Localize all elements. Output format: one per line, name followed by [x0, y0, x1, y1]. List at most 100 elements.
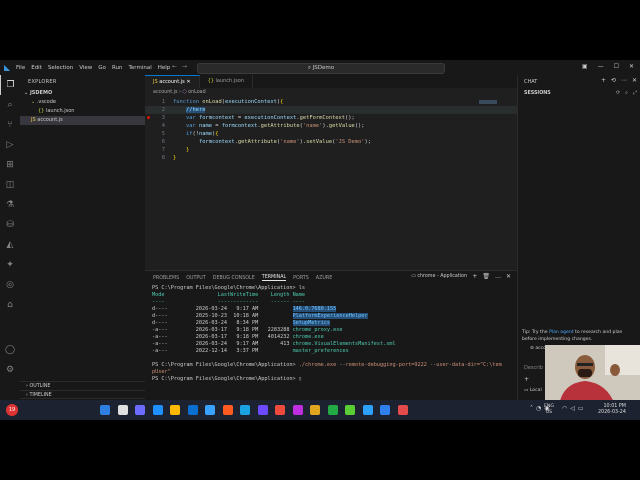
- taskbar-app-icon[interactable]: [292, 405, 303, 415]
- tab-azure[interactable]: AZURE: [316, 276, 332, 281]
- terminal-text: LastWriteTime: [195, 292, 265, 298]
- maximize-button[interactable]: ☐: [614, 63, 619, 70]
- tray-app-icon[interactable]: ◔: [536, 405, 541, 412]
- expand-icon[interactable]: ⤢: [633, 90, 637, 96]
- taskbar-mail-icon[interactable]: [240, 405, 250, 415]
- minimize-button[interactable]: —: [598, 63, 604, 70]
- manage-gear-icon[interactable]: ⚙: [0, 360, 20, 380]
- sessions-label: SESSIONS: [524, 91, 551, 96]
- taskbar-vscode-icon[interactable]: [362, 405, 373, 415]
- nav-forward-button[interactable]: →: [182, 63, 187, 70]
- tab-debug-console[interactable]: DEBUG CONSOLE: [213, 276, 255, 281]
- more-icon[interactable]: …: [495, 273, 501, 280]
- workspace-root[interactable]: ⌄ JSDEMO: [20, 89, 145, 98]
- clock[interactable]: 10:01 PM 2026-03-24: [598, 404, 626, 416]
- taskbar-file-explorer-icon[interactable]: [170, 405, 180, 415]
- taskbar-app-icon[interactable]: [310, 405, 320, 415]
- tab-terminal[interactable]: TERMINAL: [261, 275, 287, 281]
- tree-item-account-js[interactable]: JS account.js: [20, 116, 145, 125]
- code-token: //here: [185, 107, 206, 113]
- menu-item-terminal[interactable]: Terminal: [128, 65, 151, 71]
- filter-icon[interactable]: ⌕: [625, 90, 628, 96]
- history-icon[interactable]: ⟲: [611, 77, 616, 84]
- tab-account-js[interactable]: JS account.js ✕: [145, 75, 200, 88]
- minimap[interactable]: [479, 100, 497, 104]
- tab-ports[interactable]: PORTS: [293, 276, 309, 281]
- power-platform-icon[interactable]: ✦: [0, 255, 20, 275]
- location-label: Local: [529, 388, 542, 393]
- menu-item-go[interactable]: Go: [98, 65, 106, 71]
- remote-explorer-icon[interactable]: ◫: [0, 175, 20, 195]
- taskbar-chrome-icon[interactable]: [397, 405, 408, 415]
- taskbar-app-icon[interactable]: [327, 405, 338, 415]
- volume-icon: ◁: [570, 405, 575, 412]
- code-editor[interactable]: 1 function onLoad(executionContext){2 //h…: [145, 98, 517, 162]
- taskbar-firefox-icon[interactable]: [275, 405, 285, 415]
- explorer-icon[interactable]: ❐: [0, 75, 20, 95]
- breadcrumb-symbol[interactable]: onLoad: [188, 90, 205, 95]
- tab-launch-json[interactable]: {} launch.json: [200, 75, 254, 88]
- taskbar-vs-icon[interactable]: [257, 405, 268, 415]
- chevron-up-icon[interactable]: ˄: [530, 405, 533, 412]
- source-control-icon[interactable]: ⑂: [0, 115, 20, 135]
- new-chat-icon[interactable]: +: [601, 77, 606, 84]
- layout-icon[interactable]: ▣: [582, 63, 588, 70]
- close-panel-icon[interactable]: ✕: [506, 273, 511, 280]
- chat-input[interactable]: Describ: [524, 365, 543, 371]
- widgets-badge[interactable]: 19: [6, 404, 18, 416]
- tab-output[interactable]: OUTPUT: [186, 276, 206, 281]
- taskbar-edge-icon[interactable]: [152, 405, 163, 415]
- tab-problems[interactable]: PROBLEMS: [153, 276, 179, 281]
- menu-item-file[interactable]: File: [16, 65, 25, 71]
- add-context-icon[interactable]: +: [524, 376, 529, 383]
- taskbar-start-icon[interactable]: [100, 405, 110, 415]
- testing-icon[interactable]: ⚗: [0, 195, 20, 215]
- network-volume-icons[interactable]: ◠ ◁ ▭: [562, 405, 584, 412]
- run-debug-icon[interactable]: ▷: [0, 135, 20, 155]
- search-view-icon[interactable]: ⌕: [0, 95, 20, 115]
- git-graph-icon[interactable]: ◎: [0, 275, 20, 295]
- terminal-text: 2022-12-14 3:37 PM: [195, 348, 265, 354]
- terminal-instance-label[interactable]: ▭ chrome - Application: [411, 274, 467, 279]
- trash-icon[interactable]: 🗑: [482, 273, 490, 280]
- copilot-icon[interactable]: ⌂: [0, 295, 20, 315]
- account-icon[interactable]: ◯: [0, 340, 20, 360]
- close-button[interactable]: ✕: [629, 63, 634, 70]
- new-terminal-icon[interactable]: +: [472, 273, 477, 280]
- menu-item-edit[interactable]: Edit: [31, 65, 42, 71]
- menu-item-help[interactable]: Help: [158, 65, 171, 71]
- command-center-search[interactable]: ⌕ JSDemo: [197, 63, 445, 74]
- taskbar-app-icon[interactable]: [222, 405, 233, 415]
- taskbar-task-view-icon[interactable]: [135, 405, 145, 415]
- menu-item-run[interactable]: Run: [112, 65, 123, 71]
- menu-item-selection[interactable]: Selection: [48, 65, 73, 71]
- outline-section[interactable]: › OUTLINE: [20, 381, 145, 390]
- close-icon[interactable]: ✕: [632, 77, 637, 84]
- docker-icon[interactable]: ⛁: [0, 215, 20, 235]
- taskbar-store-icon[interactable]: [187, 405, 198, 415]
- refresh-icon[interactable]: ⟳: [616, 90, 620, 96]
- terminal-text: 2026-03-24 9:17 AM: [195, 306, 265, 312]
- breakpoint-icon[interactable]: ●: [147, 114, 150, 122]
- tree-item-launch-json[interactable]: {} launch.json: [20, 107, 145, 116]
- breadcrumb-file[interactable]: account.js: [153, 90, 177, 95]
- plan-agent-link[interactable]: Plan agent: [549, 330, 574, 335]
- taskbar-zoom-icon[interactable]: [380, 405, 390, 415]
- azure-icon[interactable]: ◭: [0, 235, 20, 255]
- line-number: 2: [161, 107, 165, 113]
- taskbar-outlook-icon[interactable]: [205, 405, 215, 415]
- tree-item--vscode[interactable]: ⌄ .vscode: [20, 98, 145, 107]
- more-icon[interactable]: ⋯: [621, 77, 627, 84]
- language-indicator[interactable]: ENG US: [544, 404, 554, 416]
- terminal-output[interactable]: PS C:\Program Files\Google\Chrome\Applic…: [145, 285, 517, 383]
- menu-item-view[interactable]: View: [79, 65, 92, 71]
- code-token: ();: [354, 123, 365, 129]
- nav-back-button[interactable]: ←: [172, 63, 177, 70]
- code-token: getAttribute: [237, 139, 277, 145]
- taskbar-app-icon[interactable]: [345, 405, 355, 415]
- chat-location[interactable]: ▭ Local: [524, 388, 542, 393]
- taskbar-search-icon[interactable]: [117, 405, 128, 415]
- close-icon[interactable]: ✕: [186, 79, 190, 85]
- extensions-icon[interactable]: ⊞: [0, 155, 20, 175]
